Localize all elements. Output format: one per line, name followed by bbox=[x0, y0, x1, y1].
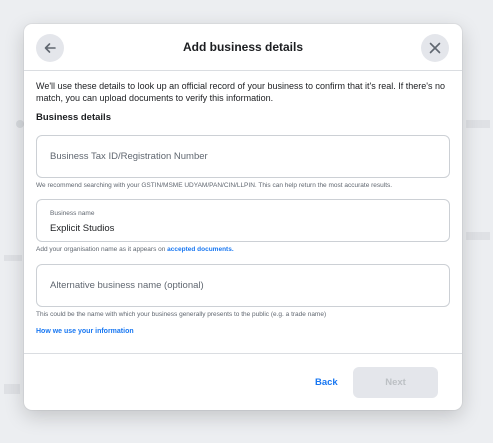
alt-business-name-help: This could be the name with which your b… bbox=[36, 311, 327, 318]
background-dot bbox=[16, 120, 24, 128]
alt-business-name-placeholder: Alternative business name (optional) bbox=[50, 280, 204, 291]
business-name-help: Add your organisation name as it appears… bbox=[36, 246, 234, 253]
how-we-use-info-link[interactable]: How we use your information bbox=[36, 328, 134, 335]
tax-id-placeholder: Business Tax ID/Registration Number bbox=[50, 151, 208, 162]
background-bar bbox=[4, 255, 22, 261]
business-name-value: Explicit Studios bbox=[50, 223, 115, 234]
business-name-help-text: Add your organisation name as it appears… bbox=[36, 246, 166, 253]
business-name-field[interactable]: Business name Explicit Studios bbox=[36, 199, 450, 242]
back-button[interactable]: Back bbox=[315, 377, 338, 388]
background-bar bbox=[466, 232, 490, 240]
add-business-details-dialog: Add business details We'll use these det… bbox=[24, 24, 462, 410]
alt-business-name-field[interactable]: Alternative business name (optional) bbox=[36, 264, 450, 307]
business-name-label: Business name bbox=[50, 210, 95, 217]
background-bar bbox=[466, 120, 490, 128]
next-button[interactable]: Next bbox=[353, 367, 438, 398]
tax-id-field[interactable]: Business Tax ID/Registration Number bbox=[36, 135, 450, 178]
background-bar bbox=[4, 384, 20, 394]
tax-id-help: We recommend searching with your GSTIN/M… bbox=[36, 182, 393, 189]
accepted-documents-link[interactable]: accepted documents. bbox=[167, 246, 233, 253]
dialog-footer-divider bbox=[24, 353, 462, 354]
